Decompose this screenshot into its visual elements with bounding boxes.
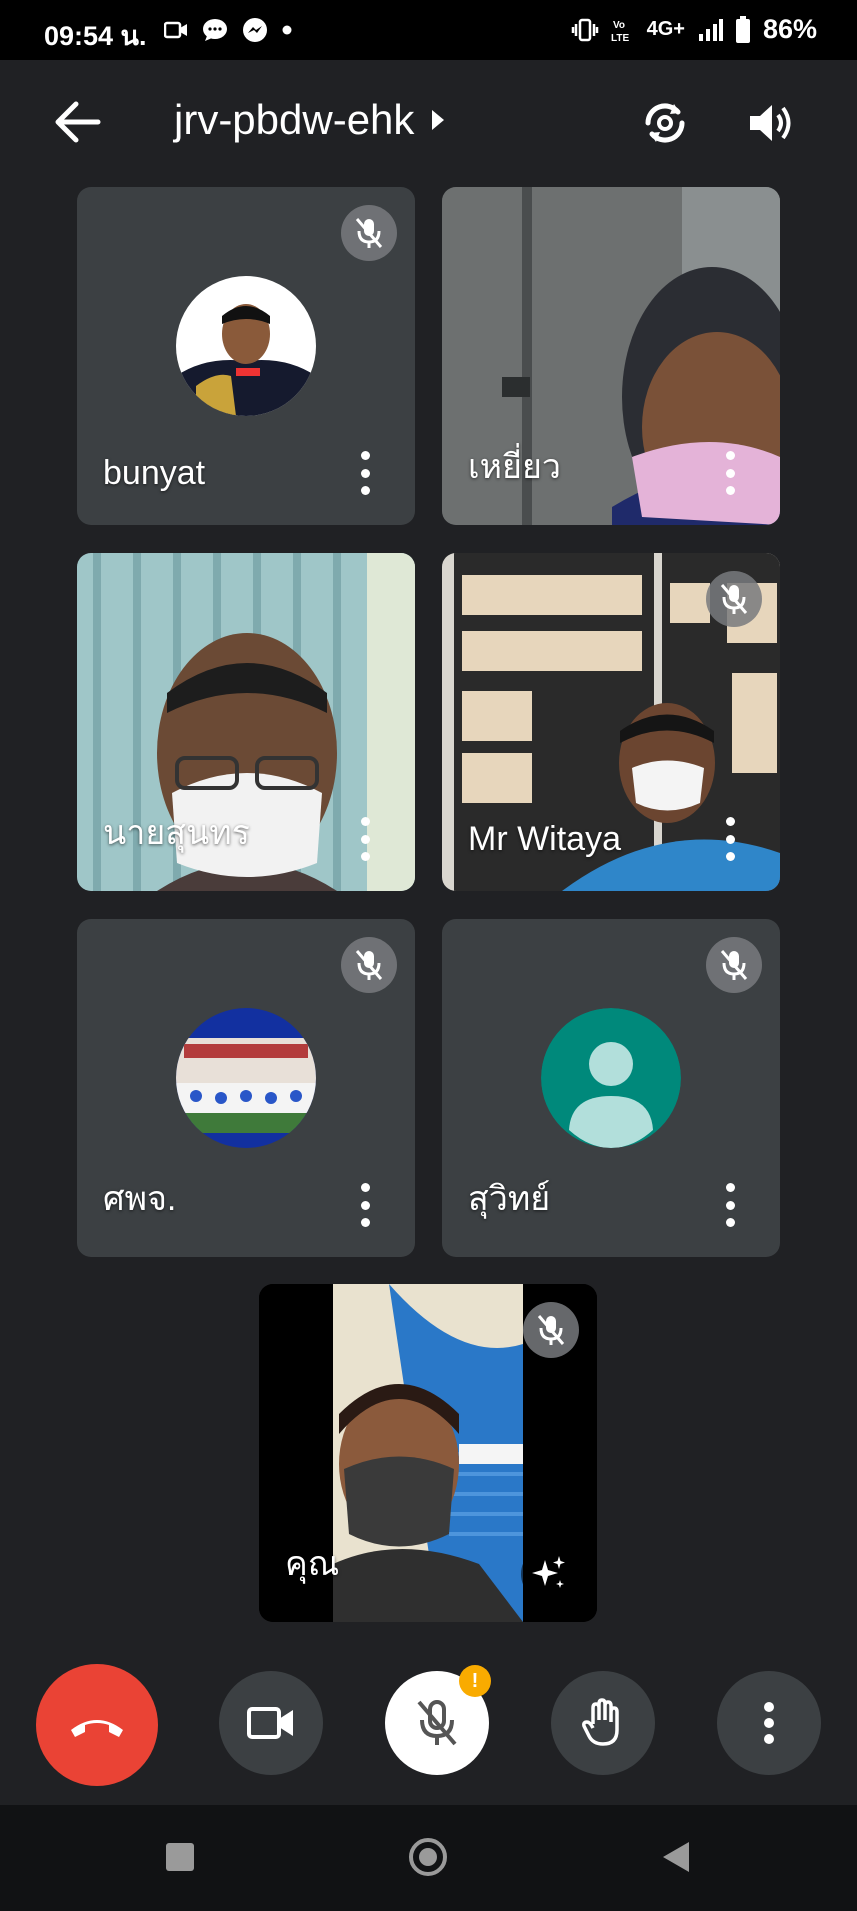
participant-name: เหยี่ยว [468,448,561,486]
back-triangle-icon [663,1842,689,1872]
avatar [541,1008,681,1148]
camera-flip-icon [645,103,685,143]
status-bar: 09:54 น. Vo LTE 4G+ 86% [0,0,857,60]
svg-text:LTE: LTE [611,33,629,43]
profile-photo [176,1008,316,1148]
recents-button[interactable] [158,1835,202,1879]
vibrate-icon [571,18,598,41]
meeting-code-button[interactable]: jrv-pbdw-ehk [174,96,445,144]
effects-button[interactable] [521,1546,577,1602]
network-type: 4G+ [646,18,685,40]
mic-warning-badge: ! [459,1665,491,1697]
chevron-right-icon [432,110,445,130]
participant-name: ศพจ. [103,1180,177,1218]
sparkle-effects-icon [532,1556,565,1588]
default-person-icon [541,1008,681,1148]
participant-name: นายสุนทร [103,814,250,852]
participant-tile-suwit[interactable]: สุวิทย์ [442,919,780,1257]
profile-photo [176,276,316,416]
arrow-back-icon [55,101,101,143]
back-button[interactable] [52,98,106,146]
camera-toggle-button[interactable] [219,1671,323,1775]
more-options-button[interactable] [355,1183,375,1227]
mic-off-badge [706,571,762,627]
more-options-button[interactable] [720,817,740,861]
more-options-button[interactable] [355,451,375,495]
more-options-button[interactable] [717,1671,821,1775]
status-system-icons: Vo LTE 4G+ 86% [571,14,817,45]
mic-off-badge [341,205,397,261]
participant-tile-sunthon[interactable]: นายสุนทร [77,553,415,891]
speaker-icon [750,105,791,141]
home-button[interactable] [406,1835,450,1879]
status-notification-icons [164,16,292,44]
back-nav-button[interactable] [654,1835,698,1879]
participant-tile-mr-witaya[interactable]: Mr Witaya [442,553,780,891]
call-controls: ! [0,1640,857,1805]
more-options-button[interactable] [720,1183,740,1227]
mic-off-icon [720,950,748,980]
chat-bubble-icon [203,19,227,41]
raise-hand-icon [582,1698,619,1746]
mic-off-badge [341,937,397,993]
self-view-tile[interactable]: คุณ [259,1284,597,1622]
mic-off-icon [720,584,748,614]
system-navigation-bar [0,1805,857,1911]
hang-up-icon [71,1720,123,1737]
more-options-button[interactable] [355,817,375,861]
microphone-toggle-button[interactable]: ! [385,1665,491,1775]
participant-tile-yiao[interactable]: เหยี่ยว [442,187,780,525]
messenger-icon [243,18,267,42]
mic-off-badge [523,1302,579,1358]
mic-off-icon [355,218,383,248]
recents-square-icon [166,1843,194,1871]
video-notification-icon [164,21,187,39]
mic-off-icon [355,950,383,980]
audio-output-button[interactable] [744,96,798,150]
svg-text:Vo: Vo [613,20,625,31]
participant-name: Mr Witaya [468,820,621,858]
mic-off-badge [706,937,762,993]
participant-name: bunyat [103,454,206,492]
video-camera-icon [247,1707,293,1739]
mic-off-icon [417,1700,457,1746]
battery-icon [735,15,750,43]
meeting-header: jrv-pbdw-ehk [0,60,857,185]
status-time: 09:54 น. [44,21,147,51]
mic-off-icon [537,1315,565,1345]
participant-tile-sophoj[interactable]: ศพจ. [77,919,415,1257]
battery-percent: 86% [762,14,817,44]
raise-hand-button[interactable] [551,1671,655,1775]
participant-name: คุณ [285,1545,340,1583]
participant-tile-bunyat[interactable]: bunyat [77,187,415,525]
end-call-button[interactable] [36,1664,158,1786]
signal-icon [698,18,723,41]
meeting-code: jrv-pbdw-ehk [174,96,415,143]
volte-icon: Vo LTE [611,20,629,43]
more-vert-icon [764,1702,774,1744]
avatar [176,276,316,416]
home-circle-icon [409,1838,447,1876]
participant-name: สุวิทย์ [468,1180,551,1218]
more-notifications-dot-icon [282,25,292,35]
avatar [176,1008,316,1148]
more-options-button[interactable] [720,451,740,495]
switch-camera-button[interactable] [638,96,692,150]
